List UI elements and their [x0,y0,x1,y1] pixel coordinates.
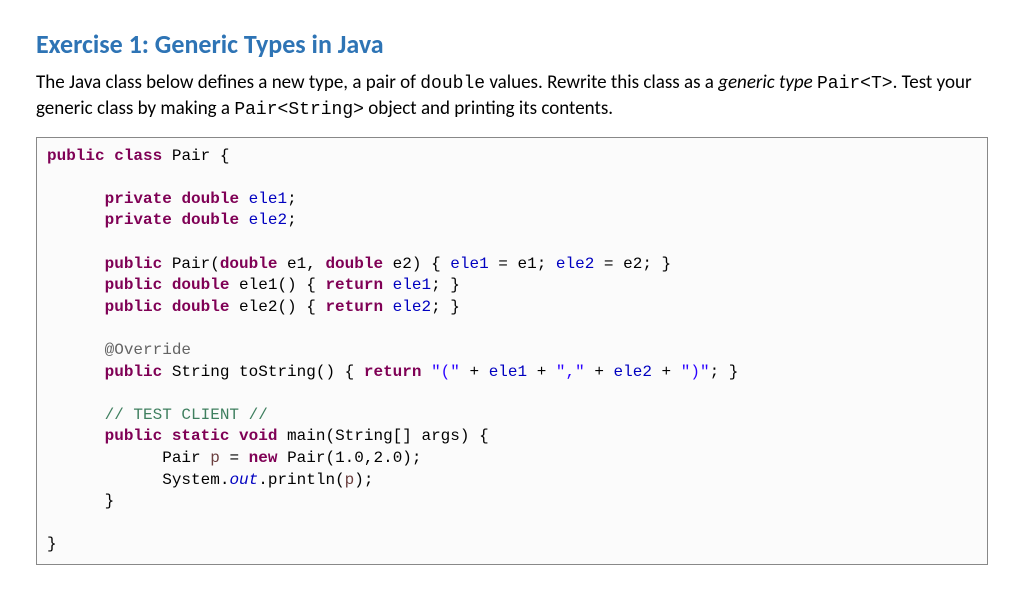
code-token: Pair [47,449,210,467]
code-token [47,255,105,273]
code-token: main(String[] args) { [277,427,488,445]
code-token: static [172,427,230,445]
exercise-description: The Java class below defines a new type,… [36,70,988,123]
desc-italic-generic-type: generic type [718,71,812,94]
desc-text-1: The Java class below defines a new type,… [36,71,420,94]
code-token: ele2 [393,298,431,316]
code-token: public [105,298,163,316]
code-token: System. [47,471,229,489]
code-token: ele1 [249,190,287,208]
code-token: p [210,449,220,467]
code-token: double [172,276,230,294]
code-token: double [220,255,278,273]
code-token: String toString() { [162,363,364,381]
code-token: e2) { [383,255,450,273]
code-token [172,211,182,229]
code-token: // TEST CLIENT // [105,406,268,424]
code-token [47,427,105,445]
code-token: return [325,276,383,294]
code-token: ")" [681,363,710,381]
code-token: ele1() { [229,276,325,294]
code-token: + [460,363,489,381]
code-token: ; [287,211,297,229]
code-token: p [345,471,355,489]
code-token: double [181,190,239,208]
code-token: ; } [431,276,460,294]
desc-code-pair-string: Pair<String> [234,100,364,120]
code-token [239,211,249,229]
code-token: = e1; [489,255,556,273]
code-token: public [105,255,163,273]
code-token: return [364,363,422,381]
code-token: out [229,471,258,489]
code-token: .println( [258,471,344,489]
code-token: Pair { [162,147,229,165]
code-token: ele1 [393,276,431,294]
desc-text-5: object and printing its contents. [364,97,613,120]
code-token: + [585,363,614,381]
code-token: private [105,190,172,208]
code-token: ele2() { [229,298,325,316]
code-block: public class Pair { private double ele1;… [36,137,988,565]
code-token: ; } [431,298,460,316]
desc-code-double: double [420,74,485,94]
code-token [162,298,172,316]
code-token: public [105,427,163,445]
code-token [47,190,105,208]
code-token: ele2 [556,255,594,273]
desc-text-2: values. Rewrite this class as a [485,71,718,94]
code-token: = [220,449,249,467]
code-token [421,363,431,381]
code-token: = e2; } [594,255,671,273]
code-token: ele2 [614,363,652,381]
code-token: private [105,211,172,229]
code-token: public [105,363,163,381]
code-token: } [47,535,57,553]
code-token [47,211,105,229]
code-token [47,341,105,359]
code-token: double [325,255,383,273]
exercise-title: Exercise 1: Generic Types in Java [36,28,988,60]
code-token [239,190,249,208]
code-token [105,147,115,165]
code-token: ; } [710,363,739,381]
code-token: class [114,147,162,165]
code-token: ele1 [489,363,527,381]
code-token: public [47,147,105,165]
code-token: Pair( [162,255,220,273]
code-token [47,276,105,294]
code-token [47,298,105,316]
code-token: e1, [277,255,325,273]
code-token [47,406,105,424]
code-token: ; [287,190,297,208]
code-token [383,276,393,294]
code-token: Pair(1.0,2.0); [277,449,421,467]
desc-code-pair-t: Pair<T> [817,74,893,94]
code-token [172,190,182,208]
code-token [383,298,393,316]
code-token: ele1 [450,255,488,273]
code-token: ele2 [249,211,287,229]
code-token [229,427,239,445]
code-token: public [105,276,163,294]
code-token [162,427,172,445]
code-token: + [652,363,681,381]
code-token: @Override [105,341,191,359]
code-token: new [249,449,278,467]
code-token: double [172,298,230,316]
code-token [47,363,105,381]
code-token: "," [556,363,585,381]
code-token: "(" [431,363,460,381]
code-token: } [47,492,114,510]
code-token: return [325,298,383,316]
code-token: double [181,211,239,229]
code-token: ); [354,471,373,489]
code-token: void [239,427,277,445]
code-token [162,276,172,294]
code-token: + [527,363,556,381]
